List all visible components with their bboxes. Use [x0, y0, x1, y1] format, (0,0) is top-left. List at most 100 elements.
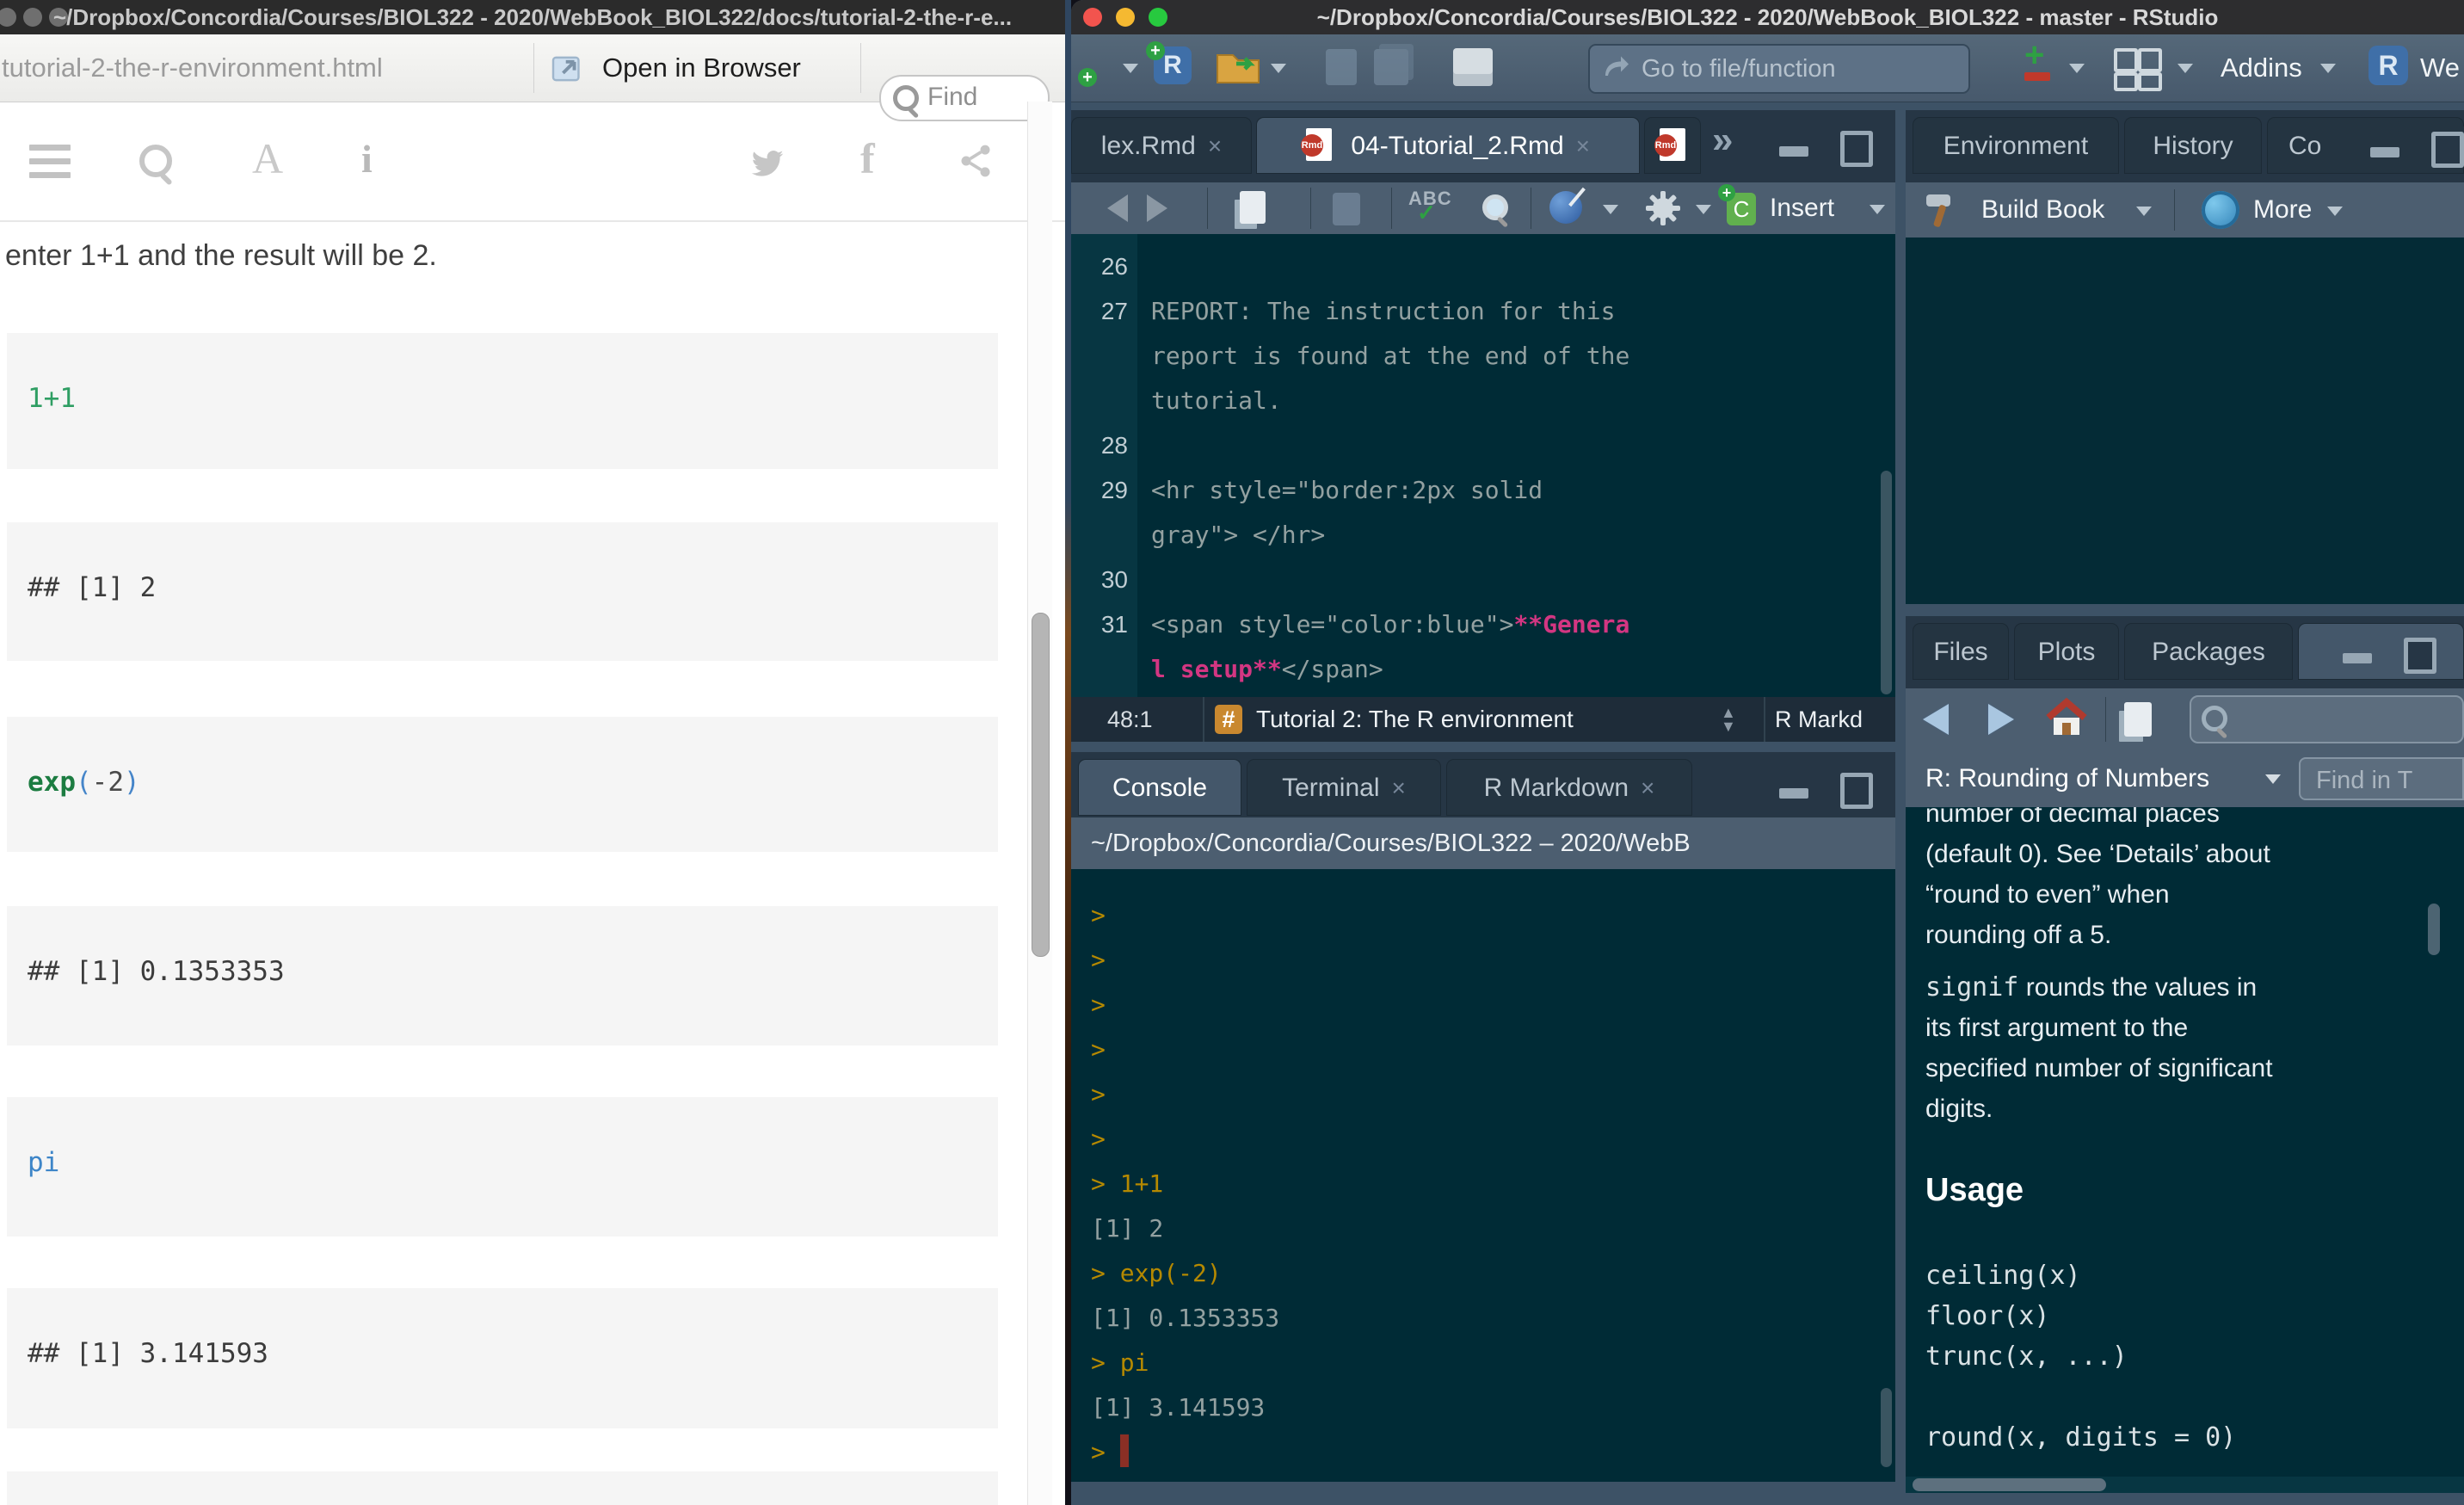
menu-icon[interactable]	[29, 145, 71, 186]
save-icon[interactable]	[1333, 193, 1360, 225]
console-input: > pi	[1091, 1348, 1149, 1377]
gear-dropdown-icon[interactable]	[1696, 205, 1711, 214]
console-output: [1] 3.141593	[1091, 1393, 1265, 1422]
back-icon[interactable]	[1107, 194, 1128, 222]
build-dropdown-icon[interactable]	[2136, 207, 2152, 216]
code-segment: REPORT: The instruction for this	[1151, 297, 1615, 325]
help-hscrollbar-thumb[interactable]	[1913, 1478, 2106, 1491]
tab-help-partial[interactable]	[2298, 623, 2464, 680]
share-icon[interactable]	[957, 142, 995, 180]
insert-dropdown-icon[interactable]	[1870, 205, 1885, 214]
console-line: > pi	[1091, 1341, 1279, 1385]
pane-window-buttons	[2338, 126, 2464, 164]
twitter-icon[interactable]	[747, 145, 788, 181]
tab-terminal[interactable]: Terminal×	[1247, 759, 1441, 816]
code-block[interactable]: exp(-2)	[7, 717, 998, 852]
console-scrollbar-thumb[interactable]	[1881, 1388, 1892, 1467]
find-replace-icon[interactable]	[1482, 194, 1508, 220]
spellcheck-icon[interactable]: ABC✓	[1408, 188, 1452, 237]
pane-window-buttons	[1770, 126, 1878, 163]
build-book-button[interactable]: Build Book	[1981, 182, 2104, 237]
tab-files[interactable]: Files	[1913, 623, 2009, 680]
tab-overflow-partial[interactable]: Rmd	[1644, 117, 1701, 174]
forward-icon[interactable]	[1988, 704, 2014, 735]
code-block[interactable]: pi	[7, 1097, 998, 1237]
tab-history[interactable]: History	[2124, 117, 2262, 174]
environment-tabstrip: Environment History Co	[1906, 110, 2464, 182]
code-segment: l setup**	[1151, 655, 1282, 683]
tab-lex-rmd[interactable]: lex.Rmd×	[1071, 117, 1252, 174]
find-input[interactable]	[926, 78, 1041, 116]
home-icon[interactable]	[2043, 697, 2090, 740]
console-line: >	[1091, 1072, 1279, 1117]
tab-environment[interactable]: Environment	[1913, 117, 2119, 174]
close-icon[interactable]: ×	[1392, 774, 1406, 801]
tab-console[interactable]: Console	[1078, 759, 1241, 816]
maximize-pane-icon[interactable]	[2419, 126, 2464, 164]
insert-chunk-icon[interactable]: C+	[1727, 193, 1756, 225]
close-icon[interactable]: ×	[1208, 133, 1222, 159]
back-icon[interactable]	[1923, 704, 1949, 735]
minimize-pane-icon[interactable]	[1770, 126, 1820, 163]
preview-window: ~/Dropbox/Concordia/Courses/BIOL322 - 20…	[0, 0, 1065, 1505]
find-box[interactable]	[879, 75, 1050, 121]
file-type-label[interactable]: R Markd	[1775, 697, 1863, 742]
tab-04-tutorial-2-rmd[interactable]: Rmd 04-Tutorial_2.Rmd×	[1256, 117, 1640, 174]
help-body[interactable]: number of decimal places(default 0). See…	[1906, 807, 2464, 1493]
screenshot-stage: ~/Dropbox/Concordia/Courses/BIOL322 - 20…	[0, 0, 2464, 1505]
forward-icon[interactable]	[1147, 194, 1167, 222]
maximize-pane-icon[interactable]	[1828, 768, 1878, 805]
find-in-topic-input[interactable]: Find in T	[2299, 757, 2464, 800]
code-block[interactable]: 1+1	[7, 333, 998, 469]
output-block[interactable]: ## [1] 2	[7, 522, 998, 661]
facebook-icon[interactable]: f	[860, 133, 875, 183]
help-hscrollbar-track[interactable]	[1906, 1477, 2464, 1493]
console-line: >	[1091, 1117, 1279, 1162]
scrollbar-thumb[interactable]	[1032, 613, 1050, 957]
editor-scrollbar-thumb[interactable]	[1881, 471, 1892, 694]
editor-row: l setup**</span>	[1071, 647, 1895, 692]
tab-packages[interactable]: Packages	[2124, 623, 2293, 680]
maximize-pane-icon[interactable]	[2392, 632, 2442, 670]
output-block[interactable]: ## [1] 0.1353353	[7, 906, 998, 1045]
search-icon[interactable]	[139, 145, 172, 177]
help-heading: Usage	[1925, 1168, 2442, 1212]
help-search-box[interactable]	[2190, 695, 2464, 743]
section-spinner-icon[interactable]: ▲▼	[1721, 706, 1736, 733]
popout-icon[interactable]	[2124, 702, 2152, 737]
info-icon[interactable]: i	[361, 136, 373, 182]
tab-connections[interactable]: Co	[2267, 117, 2464, 174]
more-dropdown-icon[interactable]	[2327, 207, 2343, 216]
help-topic-dropdown-icon[interactable]	[2265, 774, 2281, 784]
help-vscrollbar-thumb[interactable]	[2428, 904, 2440, 955]
working-directory: ~/Dropbox/Concordia/Courses/BIOL322 – 20…	[1071, 830, 1691, 857]
close-icon[interactable]: ×	[1641, 774, 1654, 801]
console-body[interactable]: > > > > > > > 1+1[1] 2> exp(-2)[1] 0.135…	[1071, 869, 1895, 1482]
maximize-pane-icon[interactable]	[1828, 126, 1878, 163]
close-icon[interactable]: ×	[1576, 133, 1590, 159]
section-label: Tutorial 2: The R environment	[1256, 697, 1574, 742]
minimize-pane-icon[interactable]	[1770, 768, 1820, 805]
popout-icon[interactable]	[1240, 191, 1266, 224]
editor-body[interactable]: g y 2627REPORT: The instruction for this…	[1071, 234, 1895, 697]
vcs-icon[interactable]: +	[2024, 46, 2050, 65]
tab-r-markdown[interactable]: R Markdown×	[1446, 759, 1692, 816]
tab-plots[interactable]: Plots	[2014, 623, 2119, 680]
console-input: >	[1091, 946, 1120, 974]
knit-dropdown-icon[interactable]	[1603, 205, 1618, 214]
source-tabstrip: lex.Rmd× Rmd 04-Tutorial_2.Rmd× Rmd »	[1071, 110, 1895, 182]
console-output: [1] 2	[1091, 1214, 1163, 1243]
open-in-browser-button[interactable]: Open in Browser	[602, 34, 801, 102]
code-block[interactable]	[7, 1471, 998, 1505]
tab-overflow-icon[interactable]: »	[1712, 119, 1733, 162]
minimize-pane-icon[interactable]	[2333, 632, 2383, 670]
files-help-pane: Files Plots Packages	[1906, 616, 2464, 1505]
more-button[interactable]: More	[2253, 182, 2312, 237]
minimize-pane-icon[interactable]	[2361, 126, 2411, 164]
insert-button[interactable]: Insert	[1770, 182, 1834, 234]
console-input: >	[1091, 1438, 1120, 1466]
font-settings-icon[interactable]: A	[252, 133, 283, 183]
output-block[interactable]: ## [1] 3.141593	[7, 1288, 998, 1428]
section-navigator[interactable]: # Tutorial 2: The R environment ▲▼	[1203, 697, 1765, 742]
help-line-text: “round to even” when	[1925, 874, 2442, 915]
